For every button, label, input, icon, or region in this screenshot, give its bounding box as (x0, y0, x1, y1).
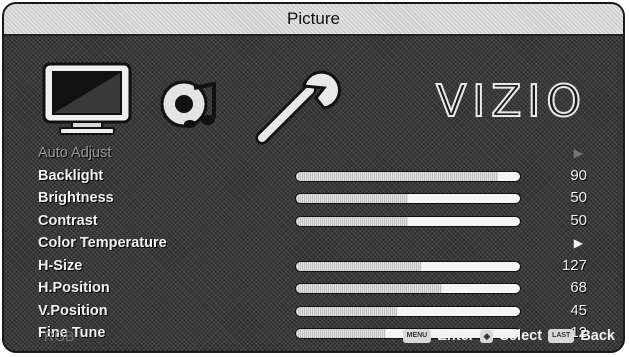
slider-fill (296, 284, 442, 293)
slider-fill (296, 171, 498, 181)
back-hint: Back (580, 328, 615, 344)
arrow-keys-icon: ◆ (480, 329, 494, 343)
menu-item-color-temperature[interactable]: Color Temperature ▶ (4, 232, 623, 254)
menu-item-label: H.Position (38, 280, 110, 296)
backlight-slider[interactable] (295, 170, 521, 182)
menu-item-label: Brightness (38, 190, 114, 206)
contrast-value: 50 (570, 211, 587, 229)
settings-wrench-icon[interactable] (254, 68, 344, 151)
menu-key-icon: MENU (402, 329, 432, 343)
menu-item-h-size[interactable]: H-Size 127 (4, 255, 623, 277)
slider-fill (296, 329, 386, 338)
tv-picture-icon[interactable] (40, 60, 136, 143)
submenu-arrow-icon: ▶ (573, 236, 583, 250)
backlight-value: 90 (570, 166, 587, 184)
menu-item-auto-adjust[interactable]: Auto Adjust ▶ (4, 142, 623, 164)
footer-hints: MENU Enter ◆ Select LAST Back (402, 325, 615, 347)
last-key-icon: LAST (548, 329, 575, 343)
menu-item-label: H-Size (38, 257, 83, 274)
menu-item-label: V.Position (38, 302, 108, 319)
menu-item-rgb[interactable]: RGB (44, 325, 74, 347)
menu-item-h-position[interactable]: H.Position 68 (4, 277, 623, 299)
slider-fill (296, 194, 408, 203)
slider-fill (296, 261, 422, 271)
menu-title: Picture (4, 4, 623, 36)
slider-fill (296, 306, 397, 316)
menu-item-label: Color Temperature (38, 235, 167, 251)
h-position-value: 68 (570, 279, 587, 296)
menu-item-label: Contrast (38, 212, 98, 229)
h-position-slider[interactable] (295, 283, 521, 294)
select-hint: Select (499, 328, 543, 344)
picture-menu-window: Picture VIZIO Auto Adjust ▶ Backlight 90… (2, 2, 625, 353)
menu-item-label: Backlight (38, 167, 104, 184)
audio-music-icon[interactable] (158, 74, 220, 139)
h-size-slider[interactable] (295, 260, 521, 272)
enter-hint: Enter (437, 328, 475, 344)
v-position-value: 45 (570, 301, 587, 319)
menu-item-label: Auto Adjust (38, 145, 112, 161)
menu-item-brightness[interactable]: Brightness 50 (4, 187, 623, 209)
brightness-slider[interactable] (295, 193, 521, 204)
brightness-value: 50 (570, 189, 587, 206)
menu-item-backlight[interactable]: Backlight 90 (4, 165, 623, 187)
contrast-slider[interactable] (295, 215, 521, 227)
slider-fill (296, 216, 408, 226)
h-size-value: 127 (561, 256, 587, 274)
vizio-logo: VIZIO (435, 75, 587, 128)
menu-item-v-position[interactable]: V.Position 45 (4, 300, 623, 322)
v-position-slider[interactable] (295, 305, 521, 317)
submenu-arrow-icon: ▶ (573, 146, 583, 160)
menu-item-contrast[interactable]: Contrast 50 (4, 210, 623, 232)
